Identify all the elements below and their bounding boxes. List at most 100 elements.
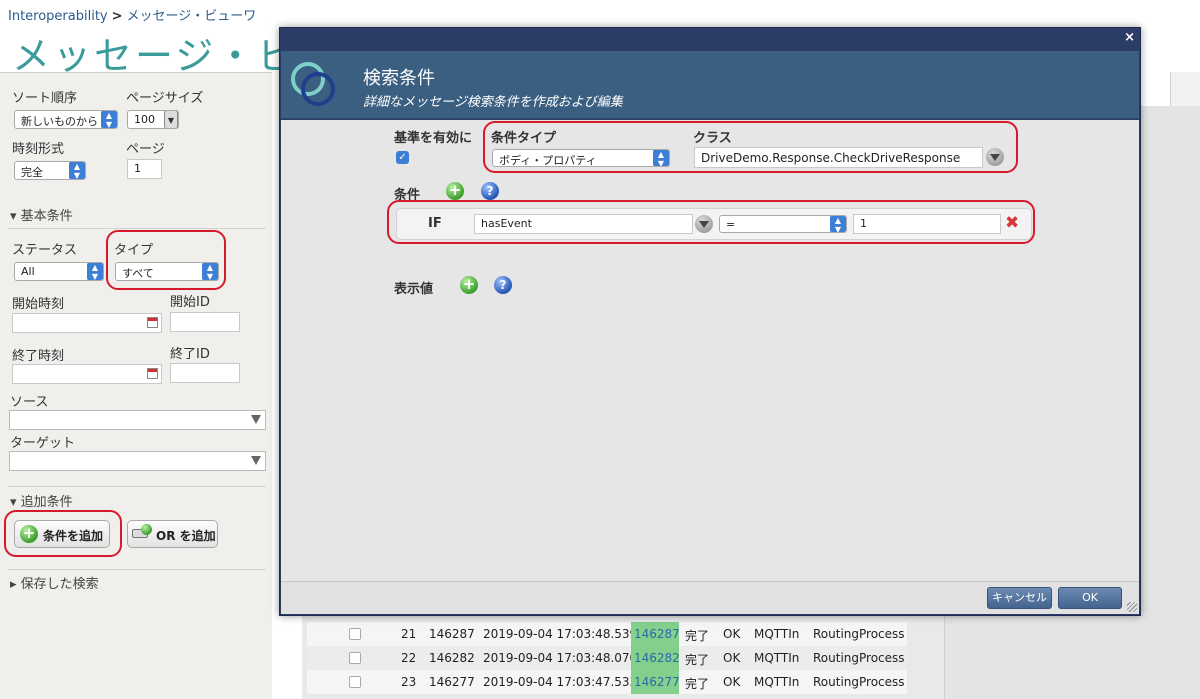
calendar-icon[interactable]: [147, 317, 158, 328]
dialog-subtitle: 詳細なメッセージ検索条件を作成および編集: [363, 95, 623, 110]
row-session-link[interactable]: 146287: [631, 622, 680, 646]
condition-highlight-ring: [387, 200, 1035, 244]
add-condition-highlight-ring: [4, 510, 122, 557]
help-icon[interactable]: ?: [481, 182, 499, 200]
extra-conditions-section[interactable]: ▾ 追加条件: [10, 491, 73, 510]
breadcrumb: Interoperability > メッセージ・ビューワ: [8, 5, 256, 24]
display-values-label: 表示値: [394, 282, 434, 297]
row-target: RoutingProcess: [813, 627, 905, 641]
intersystems-logo-icon: [291, 62, 335, 106]
dropdown-arrow-icon: ▼: [164, 111, 178, 128]
status-select[interactable]: All ▲ ▼: [14, 262, 104, 281]
collapsed-triangle-icon: ▸: [10, 577, 17, 592]
checkmark-icon: ✓: [398, 152, 407, 163]
add-condition-icon[interactable]: +: [446, 182, 464, 200]
basic-conditions-section[interactable]: ▾ 基本条件: [10, 205, 73, 224]
status-label: ステータス: [12, 243, 78, 258]
end-time-label: 終了時刻: [12, 349, 65, 364]
dropdown-arrow-icon: [251, 415, 261, 424]
row-time: 2019-09-04 17:03:48.070: [483, 651, 638, 665]
time-format-label: 時刻形式: [12, 142, 65, 157]
close-icon[interactable]: ×: [1124, 30, 1135, 45]
divider: [8, 228, 266, 229]
row-id: 146287: [429, 627, 475, 641]
row-source: MQTTIn: [754, 675, 800, 689]
sort-order-select[interactable]: 新しいものから ▲ ▼: [14, 110, 118, 129]
end-id-label: 終了ID: [170, 347, 210, 362]
sort-order-label: ソート順序: [12, 91, 78, 106]
select-arrows-icon: ▲ ▼: [101, 111, 117, 128]
row-number: 23: [401, 675, 417, 689]
row-error: OK: [723, 627, 741, 641]
breadcrumb-root-link[interactable]: Interoperability: [8, 9, 108, 24]
enable-criteria-label: 基準を有効に: [394, 131, 473, 146]
row-source: MQTTIn: [754, 627, 800, 641]
class-highlight-ring: [483, 121, 1018, 173]
dialog-body: 基準を有効に ✓ 条件タイプ ボディ・プロパティ ▲ ▼ クラス DriveDemo…: [281, 120, 1139, 581]
dialog-title: 検索条件: [363, 68, 435, 89]
page-size-select[interactable]: 100 ▼: [127, 110, 179, 129]
resize-grip-icon[interactable]: [1127, 602, 1137, 612]
row-status: 完了: [685, 677, 710, 691]
expanded-triangle-icon: ▾: [10, 209, 17, 224]
expanded-triangle-icon: ▾: [10, 495, 17, 510]
row-number: 22: [401, 651, 417, 665]
row-session-link[interactable]: 146277: [631, 670, 680, 694]
page-input[interactable]: 1: [127, 159, 162, 179]
page-label: ページ: [126, 142, 165, 157]
table-row[interactable]: 21 146287 2019-09-04 17:03:48.539 146287…: [307, 622, 907, 646]
help-icon[interactable]: ?: [494, 276, 512, 294]
row-error: OK: [723, 675, 741, 689]
enable-criteria-checkbox[interactable]: ✓: [396, 151, 409, 164]
target-select[interactable]: [9, 451, 266, 471]
breadcrumb-separator: >: [111, 9, 123, 24]
divider: [8, 486, 266, 487]
table-row[interactable]: 23 146277 2019-09-04 17:03:47.533 146277…: [307, 670, 907, 694]
row-target: RoutingProcess: [813, 651, 905, 665]
end-time-input[interactable]: [12, 364, 162, 384]
row-source: MQTTIn: [754, 651, 800, 665]
row-checkbox[interactable]: [349, 676, 361, 688]
row-id: 146282: [429, 651, 475, 665]
row-time: 2019-09-04 17:03:47.533: [483, 675, 638, 689]
add-or-button[interactable]: OR を追加: [127, 520, 218, 548]
add-display-value-icon[interactable]: +: [460, 276, 478, 294]
row-status: 完了: [685, 629, 710, 643]
dialog-footer: キャンセル OK: [281, 581, 1139, 614]
page-size-label: ページサイズ: [126, 91, 204, 106]
right-header-strip: [1170, 72, 1200, 106]
select-arrows-icon: ▲ ▼: [69, 162, 85, 179]
row-checkbox[interactable]: [349, 652, 361, 664]
add-or-icon: [132, 524, 152, 540]
time-format-select[interactable]: 完全 ▲ ▼: [14, 161, 86, 180]
target-label: ターゲット: [10, 436, 76, 451]
saved-search-section[interactable]: ▸ 保存した検索: [10, 573, 99, 592]
row-checkbox[interactable]: [349, 628, 361, 640]
row-status: 完了: [685, 653, 710, 667]
end-id-input[interactable]: [170, 363, 240, 383]
select-arrows-icon: ▲ ▼: [87, 263, 103, 280]
row-time: 2019-09-04 17:03:48.539: [483, 627, 638, 641]
row-error: OK: [723, 651, 741, 665]
start-id-input[interactable]: [170, 312, 240, 332]
row-session-link[interactable]: 146282: [631, 646, 680, 670]
start-time-input[interactable]: [12, 313, 162, 333]
table-row[interactable]: 22 146282 2019-09-04 17:03:48.070 146282…: [307, 646, 907, 670]
dropdown-arrow-icon: [251, 456, 261, 465]
type-highlight-ring: [106, 230, 226, 290]
source-select[interactable]: [9, 410, 266, 430]
row-target: RoutingProcess: [813, 675, 905, 689]
calendar-icon[interactable]: [147, 368, 158, 379]
dialog-header: 検索条件 詳細なメッセージ検索条件を作成および編集: [281, 51, 1139, 119]
search-criteria-dialog: × 検索条件 詳細なメッセージ検索条件を作成および編集 基準を有効に ✓ 条件タ…: [279, 27, 1141, 616]
row-number: 21: [401, 627, 417, 641]
ok-button[interactable]: OK: [1058, 587, 1122, 609]
breadcrumb-current: メッセージ・ビューワ: [126, 9, 257, 24]
start-id-label: 開始ID: [170, 295, 210, 310]
source-label: ソース: [10, 395, 49, 410]
divider: [8, 569, 266, 570]
search-sidebar: ソート順序 新しいものから ▲ ▼ ページサイズ 100 ▼ 時刻形式 完全 ▲ ▼ ペー…: [0, 72, 272, 699]
start-time-label: 開始時刻: [12, 297, 65, 312]
cancel-button[interactable]: キャンセル: [987, 587, 1052, 609]
row-id: 146277: [429, 675, 475, 689]
